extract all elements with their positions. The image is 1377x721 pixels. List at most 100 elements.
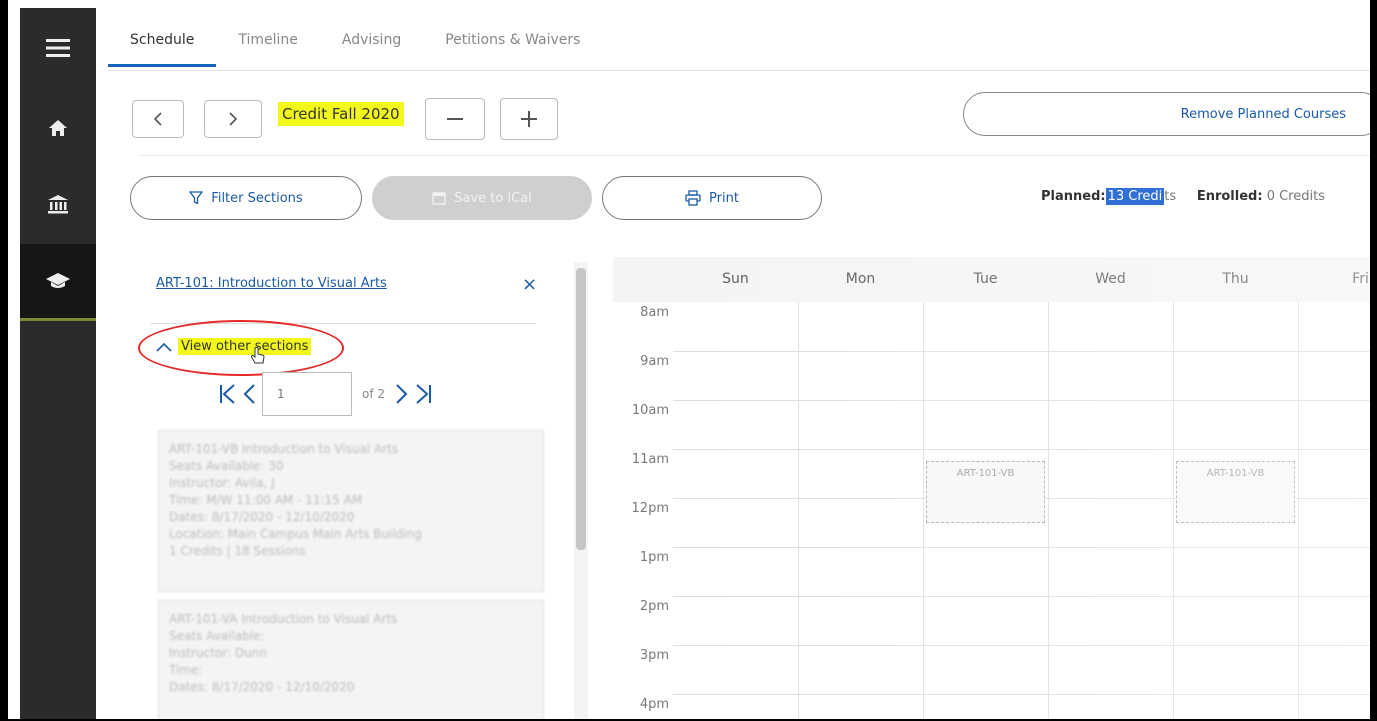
- print-button[interactable]: Print: [602, 176, 822, 220]
- save-to-ical-label: Save to iCal: [454, 190, 532, 206]
- page-number-input[interactable]: [262, 372, 352, 416]
- section-line: Dates: 8/17/2020 - 12/10/2020: [169, 510, 355, 524]
- next-term-button[interactable]: [204, 100, 262, 138]
- printer-icon: [685, 190, 701, 206]
- section-line: 1 Credits | 18 Sessions: [169, 544, 306, 558]
- close-course-icon[interactable]: ×: [522, 274, 537, 295]
- tab-bar: Schedule Timeline Advising Petitions & W…: [108, 24, 602, 68]
- next-page-icon[interactable]: [395, 383, 409, 405]
- section-line: Instructor: Avila, J: [169, 476, 275, 490]
- hour-gridline: [673, 645, 1370, 646]
- print-label: Print: [709, 190, 739, 206]
- hour-label: 2pm: [639, 599, 669, 614]
- hour-gridline: [673, 596, 1370, 597]
- day-header-sun: Sun: [722, 271, 749, 287]
- course-title-link[interactable]: ART-101: Introduction to Visual Arts: [156, 276, 387, 291]
- minus-icon: [447, 117, 463, 121]
- section-card[interactable]: ART-101-VA Introduction to Visual Arts S…: [158, 600, 544, 719]
- enrolled-credits-value: 0 Credits: [1266, 189, 1325, 204]
- home-icon: [48, 118, 68, 138]
- tab-schedule[interactable]: Schedule: [108, 24, 217, 68]
- cursor-hand-icon: [250, 346, 266, 366]
- hour-label: 11am: [631, 452, 669, 467]
- hour-label: 12pm: [631, 501, 669, 516]
- term-title: Credit Fall 2020: [278, 102, 404, 126]
- add-term-button[interactable]: [500, 98, 558, 140]
- tab-petitions-waivers[interactable]: Petitions & Waivers: [423, 24, 602, 68]
- day-divider: [1298, 302, 1299, 719]
- day-divider: [1173, 302, 1174, 719]
- day-divider: [923, 302, 924, 719]
- view-other-sections-label: View other sections: [178, 338, 312, 355]
- section-pager: of 2: [218, 372, 433, 416]
- chevron-left-icon: [153, 112, 163, 126]
- tab-timeline[interactable]: Timeline: [216, 24, 320, 68]
- section-card[interactable]: ART-101-VB Introduction to Visual Arts S…: [158, 430, 544, 592]
- view-other-sections-toggle[interactable]: View other sections: [156, 338, 312, 364]
- bank-icon: [47, 193, 69, 215]
- save-to-ical-button[interactable]: Save to iCal: [372, 176, 592, 220]
- hour-gridline: [673, 449, 1370, 450]
- hour-label: 4pm: [639, 697, 669, 712]
- nav-menu-button[interactable]: [20, 18, 96, 78]
- hour-gridline: [673, 547, 1370, 548]
- nav-home-button[interactable]: [20, 98, 96, 158]
- remove-term-button[interactable]: [425, 98, 485, 140]
- day-header-thu: Thu: [1222, 271, 1249, 287]
- page-count: of 2: [362, 387, 386, 401]
- enrolled-credits-label: Enrolled:: [1196, 189, 1263, 204]
- hour-gridline: [673, 400, 1370, 401]
- section-line: ART-101-VB Introduction to Visual Arts: [169, 442, 399, 456]
- nav-finance-button[interactable]: [20, 174, 96, 234]
- section-line: Time: M/W 11:00 AM - 11:15 AM: [169, 493, 363, 507]
- day-header-tue: Tue: [973, 271, 998, 287]
- chevron-up-icon: [156, 342, 172, 352]
- section-line: ART-101-VA Introduction to Visual Arts: [169, 612, 398, 626]
- section-line: Dates: 8/17/2020 - 12/10/2020: [169, 680, 355, 694]
- credits-summary: Planned: 13 Credi ts Enrolled: 0 Credits: [1041, 188, 1325, 205]
- filter-sections-label: Filter Sections: [211, 190, 303, 206]
- weekly-calendar: Sun Mon Tue Wed Thu Fri 8am 9am 10am 11am 12pm 1pm…: [613, 257, 1370, 719]
- hour-label: 9am: [640, 354, 669, 369]
- nav-academics-button[interactable]: [20, 244, 96, 321]
- calendar-icon: [432, 191, 446, 205]
- nav-rail: [20, 8, 96, 719]
- calendar-header: Sun Mon Tue Wed Thu Fri: [613, 257, 1370, 302]
- scrollbar-thumb[interactable]: [576, 268, 586, 550]
- calendar-event[interactable]: ART-101-VB: [1176, 461, 1295, 523]
- previous-page-icon[interactable]: [242, 383, 256, 405]
- previous-term-button[interactable]: [132, 100, 184, 138]
- section-line: Seats Available: 30: [169, 459, 284, 473]
- tab-advising[interactable]: Advising: [320, 24, 423, 68]
- graduation-cap-icon: [45, 271, 71, 291]
- section-line: Location: Main Campus Main Arts Building: [169, 527, 422, 541]
- section-line: Instructor: Dunn: [169, 646, 267, 660]
- calendar-event[interactable]: ART-101-VB: [926, 461, 1045, 523]
- app-window: Schedule Timeline Advising Petitions & W…: [8, 0, 1370, 719]
- hamburger-menu-icon: [46, 38, 70, 58]
- day-header-wed: Wed: [1095, 271, 1126, 287]
- last-page-icon[interactable]: [415, 383, 433, 405]
- hour-label: 1pm: [639, 550, 669, 565]
- hour-label: 3pm: [639, 648, 669, 663]
- tab-divider: [108, 70, 1370, 71]
- hour-gridline: [673, 694, 1370, 695]
- filter-sections-button[interactable]: Filter Sections: [130, 176, 362, 220]
- hour-gridline: [673, 351, 1370, 352]
- day-divider: [1048, 302, 1049, 719]
- chevron-right-icon: [228, 112, 238, 126]
- section-line: Seats Available:: [169, 629, 265, 643]
- hour-label: 8am: [640, 305, 669, 320]
- plus-icon: [521, 111, 537, 127]
- planned-credits-label: Planned:: [1041, 189, 1106, 204]
- planned-credits-suffix: ts: [1164, 189, 1177, 204]
- first-page-icon[interactable]: [218, 383, 236, 405]
- hour-label: 10am: [631, 403, 669, 418]
- planned-credits-value: 13 Credi: [1105, 188, 1165, 205]
- term-divider: [138, 155, 1370, 156]
- day-header-mon: Mon: [845, 271, 876, 287]
- day-divider: [798, 302, 799, 719]
- remove-planned-courses-label: Remove Planned Courses: [1180, 106, 1346, 122]
- remove-planned-courses-button[interactable]: Remove Planned Courses: [963, 92, 1370, 136]
- day-header-fri: Fri: [1352, 271, 1369, 287]
